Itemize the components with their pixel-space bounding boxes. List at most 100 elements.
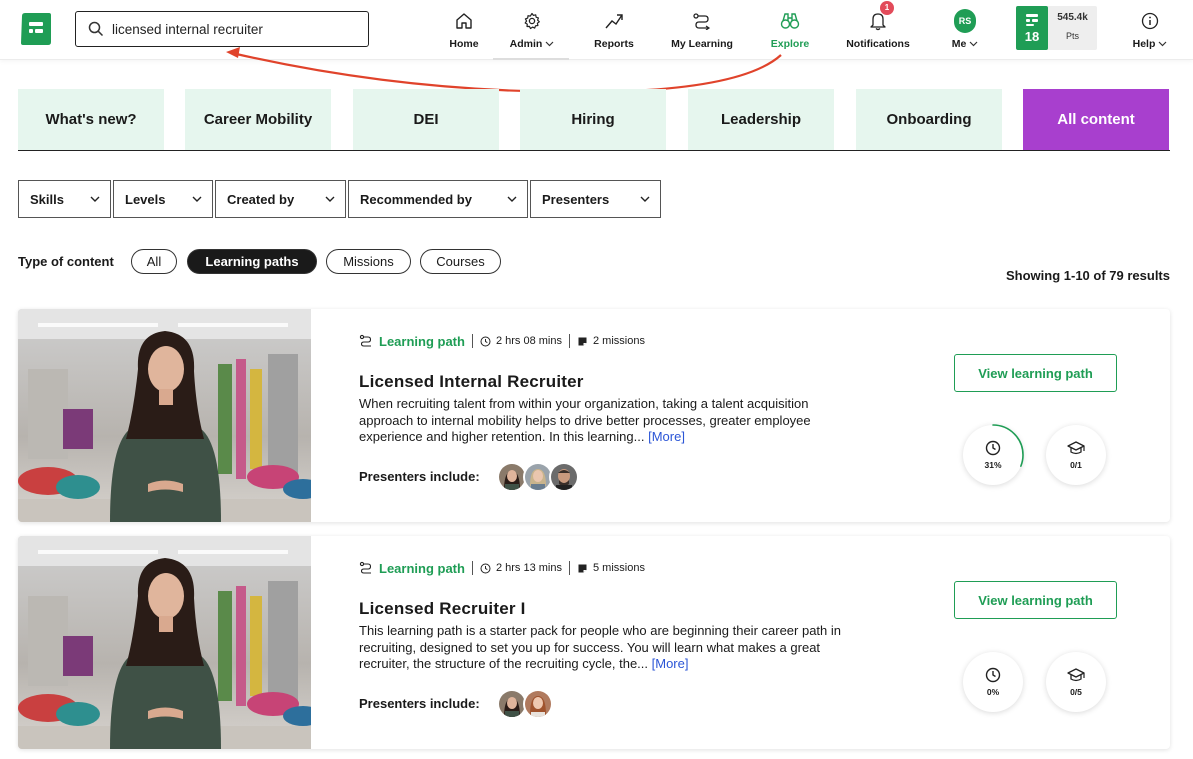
content-type-courses[interactable]: Courses <box>420 249 501 274</box>
presenter-avatars <box>497 462 579 492</box>
more-link[interactable]: [More] <box>652 656 689 671</box>
nav-my-learning-label: My Learning <box>671 38 733 50</box>
tab-all-content[interactable]: All content <box>1023 89 1169 150</box>
card-description: This learning path is a starter pack for… <box>359 623 859 673</box>
nav-me-label: Me <box>951 38 967 50</box>
filter-recommended-by-label: Recommended by <box>360 191 472 207</box>
chevron-down-icon <box>507 196 517 202</box>
type-of-content-label: Type of content <box>18 254 114 269</box>
nav-help-label: Help <box>1132 38 1156 50</box>
points-label: Pts <box>1065 31 1079 41</box>
tab-career-mobility[interactable]: Career Mobility <box>185 89 331 150</box>
tab-onboarding[interactable]: Onboarding <box>856 89 1002 150</box>
graduation-cap-icon <box>1067 668 1085 682</box>
clock-icon <box>480 563 491 573</box>
level-flag-icon <box>1026 13 1038 26</box>
learning-path-card: Learning path 2 hrs 13 mins 5 missions L… <box>18 536 1170 749</box>
filter-levels-label: Levels <box>125 191 166 207</box>
content-type-all[interactable]: All <box>131 249 177 274</box>
level-badge: 18 <box>1016 6 1048 50</box>
admin-hover-indicator <box>493 58 569 60</box>
avatar: RS <box>954 9 976 33</box>
tab-hiring[interactable]: Hiring <box>520 89 666 150</box>
duration-text: 2 hrs 13 mins <box>495 562 562 574</box>
filter-created-by[interactable]: Created by <box>215 180 346 218</box>
search-icon <box>88 21 104 37</box>
card-title[interactable]: Licensed Recruiter I <box>359 599 526 619</box>
nav-help[interactable]: Help <box>1128 0 1172 60</box>
progress-stat: 0% <box>963 652 1023 712</box>
view-learning-path-button[interactable]: View learning path <box>954 581 1117 619</box>
app-logo[interactable] <box>20 12 52 46</box>
points-widget[interactable]: 18 545.4k Pts <box>1016 6 1097 50</box>
trend-icon <box>603 10 625 32</box>
presenter-avatars <box>497 689 553 719</box>
results-count: Showing 1-10 of 79 results <box>1006 268 1170 283</box>
more-link[interactable]: [More] <box>648 429 685 444</box>
nav-my-learning[interactable]: My Learning <box>666 0 738 60</box>
duration-text: 2 hrs 08 mins <box>495 335 562 347</box>
progress-stat: 31% <box>962 424 1024 486</box>
clock-icon <box>480 336 491 346</box>
nav-home-label: Home <box>449 38 479 50</box>
chevron-down-icon <box>640 196 650 202</box>
nav-admin-label: Admin <box>509 38 543 50</box>
path-icon <box>359 561 372 574</box>
filter-levels[interactable]: Levels <box>113 180 213 218</box>
filter-created-by-label: Created by <box>227 191 295 207</box>
tab-whats-new[interactable]: What's new? <box>18 89 164 150</box>
view-learning-path-button[interactable]: View learning path <box>954 354 1117 392</box>
home-icon <box>453 10 475 32</box>
missions-count: 2 missions <box>592 335 645 347</box>
chevron-down-icon <box>1158 41 1167 47</box>
chevron-down-icon <box>969 41 978 47</box>
info-icon <box>1139 10 1161 32</box>
course-thumbnail[interactable] <box>18 536 311 749</box>
filter-skills-label: Skills <box>30 191 64 207</box>
path-icon <box>691 10 713 32</box>
gear-icon <box>521 10 543 32</box>
nav-notifications[interactable]: Notifications <box>842 0 914 60</box>
points-value: 545.4k <box>1057 12 1088 23</box>
filter-recommended-by[interactable]: Recommended by <box>348 180 528 218</box>
divider <box>568 334 570 348</box>
nav-me[interactable]: RS Me <box>946 0 984 60</box>
progress-ring <box>961 650 1025 714</box>
tab-dei[interactable]: DEI <box>353 89 499 150</box>
top-navigation-bar: Home Admin Reports My Learning Explore <box>0 0 1193 60</box>
progress-ring <box>962 424 1024 486</box>
completion-value: 0/5 <box>1070 687 1082 697</box>
card-title[interactable]: Licensed Internal Recruiter <box>359 372 584 392</box>
card-description-text: When recruiting talent from within your … <box>359 396 811 444</box>
completion-stat: 0/1 <box>1046 425 1106 485</box>
divider <box>471 334 473 348</box>
filter-skills[interactable]: Skills <box>18 180 111 218</box>
nav-reports[interactable]: Reports <box>590 0 638 60</box>
nav-home[interactable]: Home <box>446 0 482 60</box>
card-description: When recruiting talent from within your … <box>359 396 859 446</box>
presenter-avatar[interactable] <box>549 462 579 492</box>
path-icon <box>359 334 372 347</box>
mission-icon <box>578 337 587 345</box>
missions-count: 5 missions <box>592 562 645 574</box>
graduation-cap-icon <box>1067 441 1085 455</box>
content-type-tag: Learning path <box>379 560 465 576</box>
nav-explore[interactable]: Explore <box>766 0 814 60</box>
presenter-avatar[interactable] <box>523 689 553 719</box>
chevron-down-icon <box>192 196 202 202</box>
card-description-text: This learning path is a starter pack for… <box>359 623 842 671</box>
course-thumbnail[interactable] <box>18 309 311 522</box>
search-box[interactable] <box>75 11 369 47</box>
content-type-learning-paths[interactable]: Learning paths <box>187 249 317 274</box>
chevron-down-icon <box>325 196 335 202</box>
level-number: 18 <box>1024 28 1040 44</box>
content-type-missions[interactable]: Missions <box>326 249 411 274</box>
filter-presenters-label: Presenters <box>542 191 610 207</box>
card-meta: Learning path 2 hrs 13 mins 5 missions <box>359 560 645 576</box>
completion-value: 0/1 <box>1070 460 1082 470</box>
tab-leadership[interactable]: Leadership <box>688 89 834 150</box>
nav-admin[interactable]: Admin <box>502 0 562 60</box>
nav-notifications-label: Notifications <box>846 38 910 50</box>
filter-presenters[interactable]: Presenters <box>530 180 661 218</box>
search-input[interactable] <box>112 19 362 39</box>
